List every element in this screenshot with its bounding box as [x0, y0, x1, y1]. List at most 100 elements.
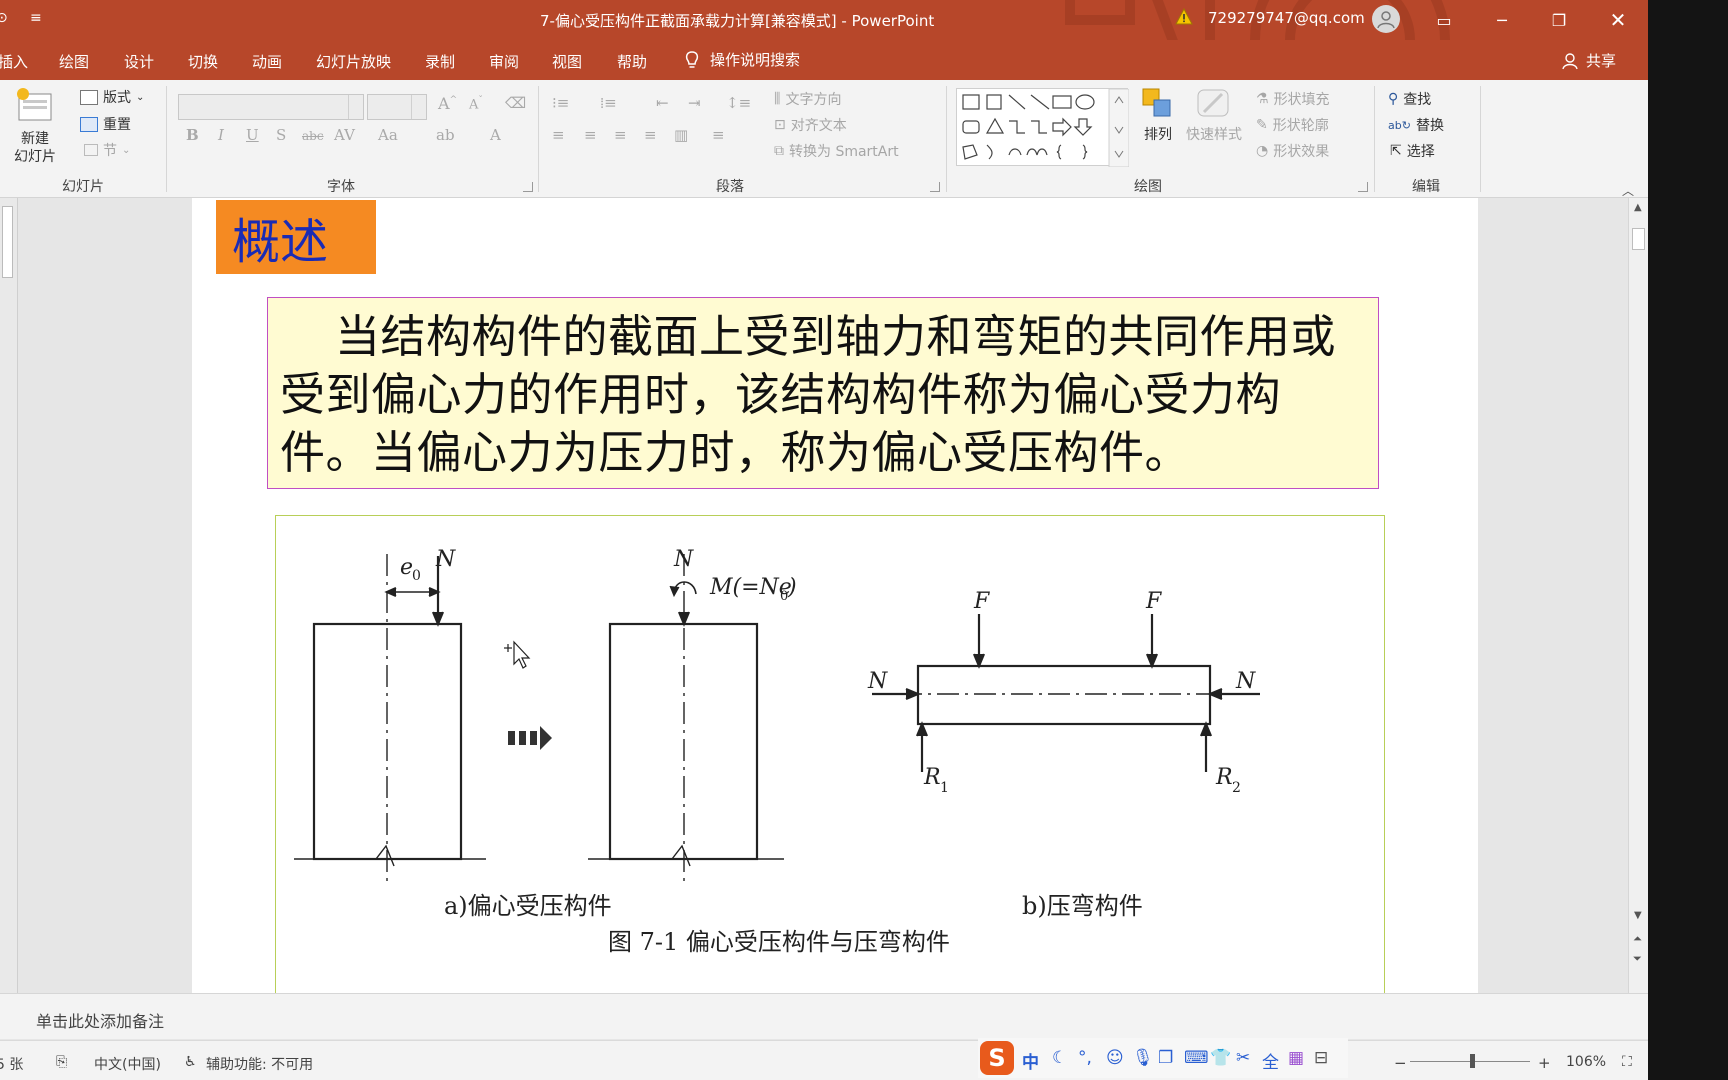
punctuation-icon[interactable]: °,: [1078, 1048, 1092, 1068]
scissors-icon[interactable]: ✂: [1236, 1048, 1250, 1068]
zoom-in-icon[interactable]: +: [1538, 1054, 1551, 1072]
share-button[interactable]: 共享: [1562, 50, 1616, 71]
change-case-icon[interactable]: Aa: [378, 126, 398, 144]
text-direction-button[interactable]: ⫼ 文字方向: [774, 89, 841, 109]
shapes-gallery[interactable]: [956, 88, 1130, 168]
zoom-level[interactable]: 106%: [1566, 1054, 1606, 1070]
paragraph-dialog-launcher[interactable]: [930, 182, 940, 192]
section-title[interactable]: 概述: [216, 200, 376, 274]
customize-quick-access-icon[interactable]: ≡: [30, 10, 42, 26]
align-right-icon[interactable]: ≡: [614, 126, 627, 144]
convert-smartart-button[interactable]: ⧉ 转换为 SmartArt: [774, 141, 899, 161]
microphone-icon[interactable]: 🎙: [1132, 1048, 1154, 1068]
reset-button[interactable]: 重置: [80, 114, 131, 134]
decrease-indent-icon[interactable]: ⇤: [656, 94, 669, 112]
numbering-icon[interactable]: ⁞≡: [600, 94, 617, 113]
minimize-button[interactable]: ─: [1488, 6, 1516, 34]
restore-button[interactable]: ❐: [1545, 6, 1573, 34]
account-name[interactable]: 729279747@qq.com: [1208, 9, 1365, 27]
tab-animations[interactable]: 动画: [252, 51, 282, 72]
decrease-font-icon[interactable]: Aˇ: [469, 96, 483, 112]
tab-view[interactable]: 视图: [552, 51, 582, 72]
figure-7-1[interactable]: e 0 N N M(=Ne 0) F F N N R 1 R 2 a)偏心受压…: [275, 515, 1385, 993]
moon-icon[interactable]: ☾: [1052, 1048, 1067, 1068]
underline-icon[interactable]: U: [246, 126, 259, 144]
scroll-thumb[interactable]: [1632, 228, 1645, 250]
font-name-box[interactable]: [178, 94, 364, 120]
find-button[interactable]: ⚲ 查找: [1388, 89, 1431, 109]
tab-record[interactable]: 录制: [425, 51, 455, 72]
arrange-button[interactable]: 排列: [1140, 86, 1176, 144]
new-slide-button[interactable]: 新建 幻灯片: [14, 86, 56, 166]
shape-fill-button[interactable]: ⚗ 形状填充: [1256, 89, 1330, 109]
replace-button[interactable]: ab↻ 替换: [1388, 115, 1444, 135]
accessibility-icon[interactable]: ♿: [184, 1054, 197, 1070]
avatar[interactable]: [1372, 5, 1400, 33]
quick-styles-button[interactable]: 快速样式: [1186, 86, 1242, 144]
keyboard-icon[interactable]: ⌨: [1184, 1048, 1209, 1068]
thumbnail-scroll-thumb[interactable]: [2, 206, 13, 278]
font-size-box[interactable]: [367, 94, 427, 120]
zoom-slider-thumb[interactable]: [1470, 1054, 1475, 1068]
presenter-view-icon[interactable]: ⊟: [1314, 1048, 1328, 1068]
layout-button[interactable]: 版式 ⌄: [80, 87, 144, 107]
notes-placeholder[interactable]: 单击此处添加备注: [36, 1008, 164, 1032]
apps-grid-icon[interactable]: ▦: [1288, 1048, 1304, 1068]
accessibility-status[interactable]: 辅助功能: 不可用: [206, 1054, 313, 1074]
bold-icon[interactable]: B: [186, 126, 199, 144]
collapse-ribbon-icon[interactable]: ︿: [1622, 182, 1634, 199]
bullets-icon[interactable]: ⁝≡: [552, 94, 569, 112]
line-spacing-icon[interactable]: ↕≡: [726, 94, 751, 112]
fit-to-window-icon[interactable]: ⛶: [1622, 1054, 1632, 1070]
tab-design[interactable]: 设计: [124, 51, 154, 72]
text-shadow-icon[interactable]: S: [276, 126, 286, 144]
tab-help[interactable]: 帮助: [617, 51, 647, 72]
columns-icon[interactable]: ▥: [674, 126, 688, 144]
next-slide-icon[interactable]: ⏷: [1633, 952, 1642, 966]
align-center-icon[interactable]: ≡: [584, 126, 597, 144]
drawing-dialog-launcher[interactable]: [1358, 182, 1368, 192]
sogou-logo-icon[interactable]: S: [980, 1041, 1014, 1075]
scroll-down-icon[interactable]: ▼: [1634, 910, 1642, 921]
scroll-up-icon[interactable]: ▲: [1634, 202, 1642, 213]
shape-outline-button[interactable]: ✎ 形状轮廓: [1256, 115, 1329, 135]
select-button[interactable]: ⇱ 选择: [1390, 141, 1435, 161]
skin-icon[interactable]: 👕: [1210, 1048, 1231, 1068]
tab-insert[interactable]: 插入: [0, 51, 28, 72]
slide[interactable]: 概述 当结构构件的截面上受到轴力和弯矩的共同作用或受到偏心力的作用时，该结构构件…: [192, 198, 1478, 993]
close-button[interactable]: ✕: [1604, 6, 1632, 34]
increase-font-icon[interactable]: A^: [438, 94, 457, 113]
section-button[interactable]: 节 ⌄: [84, 140, 130, 160]
tab-draw[interactable]: 绘图: [59, 51, 89, 72]
align-text-button[interactable]: ⊡ 对齐文本: [774, 115, 847, 135]
language-indicator[interactable]: 中文(中国): [94, 1054, 161, 1074]
strikethrough-icon[interactable]: abc: [302, 129, 324, 143]
increase-indent-icon[interactable]: ⇥: [688, 94, 701, 112]
vertical-scrollbar[interactable]: ▲ ▼ ⏶ ⏷: [1628, 198, 1648, 993]
italic-icon[interactable]: I: [218, 126, 224, 144]
definition-textbox[interactable]: 当结构构件的截面上受到轴力和弯矩的共同作用或受到偏心力的作用时，该结构构件称为偏…: [267, 297, 1379, 489]
tab-transitions[interactable]: 切换: [188, 51, 218, 72]
autosave-icon[interactable]: ⊙: [0, 10, 8, 26]
notes-pane[interactable]: 单击此处添加备注: [0, 993, 1648, 1039]
character-spacing-icon[interactable]: AV: [334, 126, 355, 144]
spelling-check-icon[interactable]: ⎘: [56, 1054, 67, 1070]
shape-effects-button[interactable]: ◔ 形状效果: [1256, 141, 1329, 161]
font-dialog-launcher[interactable]: [523, 182, 533, 192]
align-left-icon[interactable]: ≡: [552, 126, 565, 144]
highlight-icon[interactable]: ab: [436, 126, 455, 144]
tab-slideshow[interactable]: 幻灯片放映: [316, 51, 391, 72]
ribbon-display-options-icon[interactable]: ▭: [1430, 6, 1458, 34]
emoji-icon[interactable]: ☺: [1106, 1048, 1124, 1068]
warning-icon[interactable]: [1175, 8, 1193, 26]
ime-mode[interactable]: 中: [1022, 1048, 1039, 1073]
paragraph-direction-icon[interactable]: ≡: [712, 126, 725, 144]
zoom-out-icon[interactable]: −: [1394, 1054, 1407, 1072]
justify-icon[interactable]: ≡: [644, 126, 657, 144]
thumbnail-pane[interactable]: [0, 198, 18, 993]
previous-slide-icon[interactable]: ⏶: [1633, 932, 1642, 946]
clipboard-icon[interactable]: ❐: [1158, 1048, 1173, 1068]
font-color-icon[interactable]: A: [490, 126, 501, 144]
clear-formatting-icon[interactable]: ⌫: [505, 94, 526, 112]
tab-review[interactable]: 审阅: [489, 51, 519, 72]
